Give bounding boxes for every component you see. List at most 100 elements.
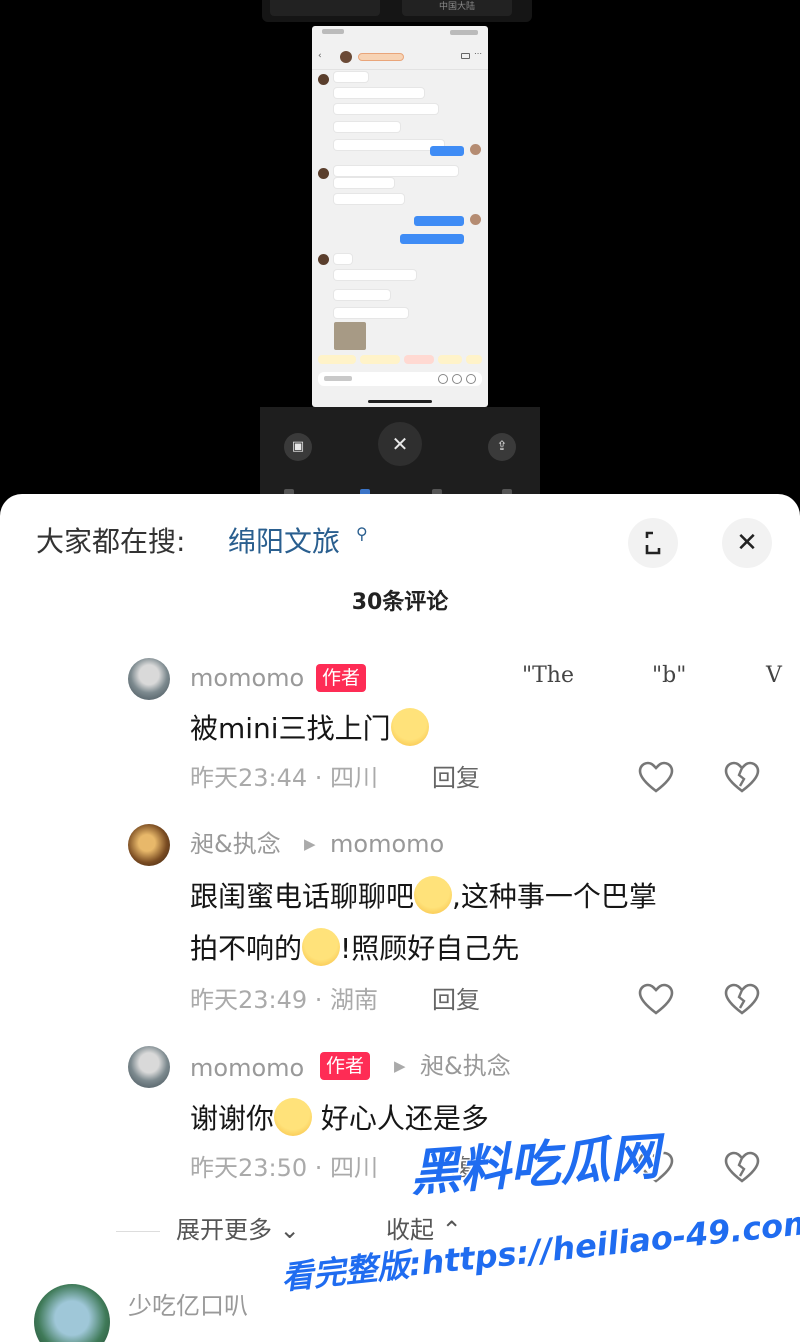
message-avatar bbox=[318, 254, 329, 265]
comment-text-body: 谢谢你 bbox=[190, 1102, 275, 1135]
message-bubble-sent bbox=[400, 234, 464, 244]
comment-username[interactable]: momomo bbox=[190, 664, 304, 692]
message-bubble bbox=[334, 166, 458, 176]
comment-text-body: ,这种事一个巴掌 bbox=[452, 880, 657, 913]
sticker-1[interactable]: "The bbox=[522, 654, 574, 698]
message-avatar bbox=[470, 144, 481, 155]
comment-username[interactable]: 少吃亿口叭 bbox=[128, 1292, 248, 1320]
message-avatar bbox=[318, 168, 329, 179]
shushing-emoji-icon bbox=[414, 876, 453, 914]
message-avatar bbox=[318, 74, 329, 85]
avatar[interactable] bbox=[128, 1046, 170, 1088]
sticker-strip: "The "b" V bbox=[518, 654, 800, 698]
reply-to-username[interactable]: 昶&执念 bbox=[420, 1052, 511, 1080]
top-tab-1[interactable] bbox=[270, 0, 380, 16]
message-bubble bbox=[334, 72, 368, 82]
chat-input-placeholder bbox=[324, 376, 352, 381]
reply-arrow-icon: ▶ bbox=[304, 835, 316, 853]
reply-button[interactable]: 回复 bbox=[432, 986, 480, 1014]
message-bubble bbox=[334, 140, 444, 150]
plus-icon bbox=[466, 374, 476, 384]
avatar[interactable] bbox=[128, 658, 170, 700]
message-bubble bbox=[334, 104, 438, 114]
chat-contact-name bbox=[358, 53, 404, 61]
comment-text-body: 跟闺蜜电话聊聊吧 bbox=[190, 880, 415, 913]
close-preview-button[interactable]: ✕ bbox=[378, 422, 422, 466]
message-bubble bbox=[334, 308, 408, 318]
message-bubble bbox=[334, 88, 424, 98]
sticker-2[interactable]: "b" bbox=[652, 654, 686, 698]
comment-text-body: !照顾好自己先 bbox=[340, 932, 520, 965]
gallery-icon[interactable]: ▣ bbox=[284, 433, 312, 461]
watermark-url: 看完整版:https://heiliao-49.com bbox=[279, 1203, 800, 1297]
dislike-icon[interactable] bbox=[722, 980, 762, 1020]
home-indicator bbox=[368, 400, 432, 403]
chat-input-bar bbox=[318, 372, 482, 386]
comment-username[interactable]: momomo bbox=[190, 1054, 304, 1082]
comment-text-body: 好心人还是多 bbox=[312, 1102, 489, 1135]
avatar[interactable] bbox=[34, 1284, 110, 1342]
message-bubble bbox=[334, 122, 400, 132]
comment-meta: 昨天23:49 · 湖南 bbox=[190, 986, 379, 1014]
comment-text-body: 拍不响的 bbox=[190, 932, 303, 965]
message-image-thumbnail bbox=[334, 322, 366, 350]
message-bubble-sent bbox=[414, 216, 464, 226]
trending-search-link[interactable]: 绵阳文旅 bbox=[228, 526, 340, 558]
close-sheet-button[interactable]: ✕ bbox=[722, 518, 772, 568]
message-bubble bbox=[334, 270, 416, 280]
comment-meta: 昨天23:50 · 四川 bbox=[190, 1154, 379, 1182]
share-icon[interactable]: ⇪ bbox=[488, 433, 516, 461]
like-icon[interactable] bbox=[636, 758, 676, 798]
collapse-label: 收起 bbox=[386, 1216, 434, 1244]
comment-sheet: 大家都在搜: 绵阳文旅 ⚲ ✕ 30条评论 "The "b" V momomo … bbox=[0, 494, 800, 1342]
chat-screenshot-image: ‹ ⋯ bbox=[312, 26, 488, 407]
back-icon: ‹ bbox=[318, 51, 322, 61]
author-badge: 作者 bbox=[320, 1052, 371, 1080]
top-tab-2[interactable]: 中国大陆 bbox=[402, 0, 512, 16]
comment-text: 跟闺蜜电话聊聊吧 ,这种事一个巴掌 bbox=[190, 876, 657, 914]
comment-text-body: 被mini三找上门 bbox=[190, 712, 391, 745]
message-avatar bbox=[470, 214, 481, 225]
crying-emoji-icon bbox=[390, 708, 429, 746]
fullscreen-button[interactable] bbox=[628, 518, 678, 568]
message-bubble bbox=[334, 254, 352, 264]
chevron-down-icon: ⌄ bbox=[279, 1216, 300, 1244]
author-badge: 作者 bbox=[316, 664, 367, 692]
like-icon[interactable] bbox=[636, 980, 676, 1020]
comment-count-title: 30条评论 bbox=[351, 590, 449, 615]
reply-button[interactable]: 回复 bbox=[432, 764, 480, 792]
chat-header: ‹ ⋯ bbox=[312, 44, 488, 70]
message-bubble bbox=[334, 194, 404, 204]
message-bubble-sent bbox=[430, 146, 464, 156]
emoji-icon bbox=[452, 374, 462, 384]
video-call-icon bbox=[461, 53, 470, 59]
voice-icon bbox=[438, 374, 448, 384]
thread-divider bbox=[116, 1231, 160, 1232]
quick-reply-chip bbox=[466, 355, 482, 364]
reply-to-username[interactable]: momomo bbox=[330, 830, 444, 858]
comment-username[interactable]: 昶&执念 bbox=[190, 830, 281, 858]
pleading-emoji-icon bbox=[302, 928, 341, 966]
quick-reply-chip bbox=[438, 355, 462, 364]
image-preview-area: 中国大陆 ‹ ⋯ ▣ ✕ ⇪ bbox=[0, 0, 800, 500]
comment-text: 谢谢你 好心人还是多 bbox=[190, 1098, 489, 1136]
preview-toolbar: ▣ ✕ ⇪ bbox=[260, 407, 540, 500]
comment-meta: 昨天23:44 · 四川 bbox=[190, 764, 379, 792]
expand-more-replies-button[interactable]: 展开更多 ⌄ bbox=[176, 1216, 300, 1244]
expand-icon bbox=[645, 531, 661, 555]
expand-more-label: 展开更多 bbox=[176, 1216, 272, 1244]
avatar[interactable] bbox=[128, 824, 170, 866]
dislike-icon[interactable] bbox=[722, 758, 762, 798]
sticker-3[interactable]: V bbox=[766, 654, 782, 698]
dislike-icon[interactable] bbox=[722, 1148, 762, 1188]
quick-reply-chip bbox=[404, 355, 434, 364]
sobbing-emoji-icon bbox=[274, 1098, 313, 1136]
phone-time bbox=[322, 29, 344, 34]
comment-text: 被mini三找上门 bbox=[190, 708, 429, 746]
quick-reply-chip bbox=[360, 355, 400, 364]
more-icon: ⋯ bbox=[474, 49, 482, 58]
message-bubble bbox=[334, 178, 394, 188]
comment-text: 拍不响的 !照顾好自己先 bbox=[190, 928, 519, 966]
top-tab-strip: 中国大陆 bbox=[262, 0, 532, 22]
chat-avatar bbox=[340, 51, 352, 63]
